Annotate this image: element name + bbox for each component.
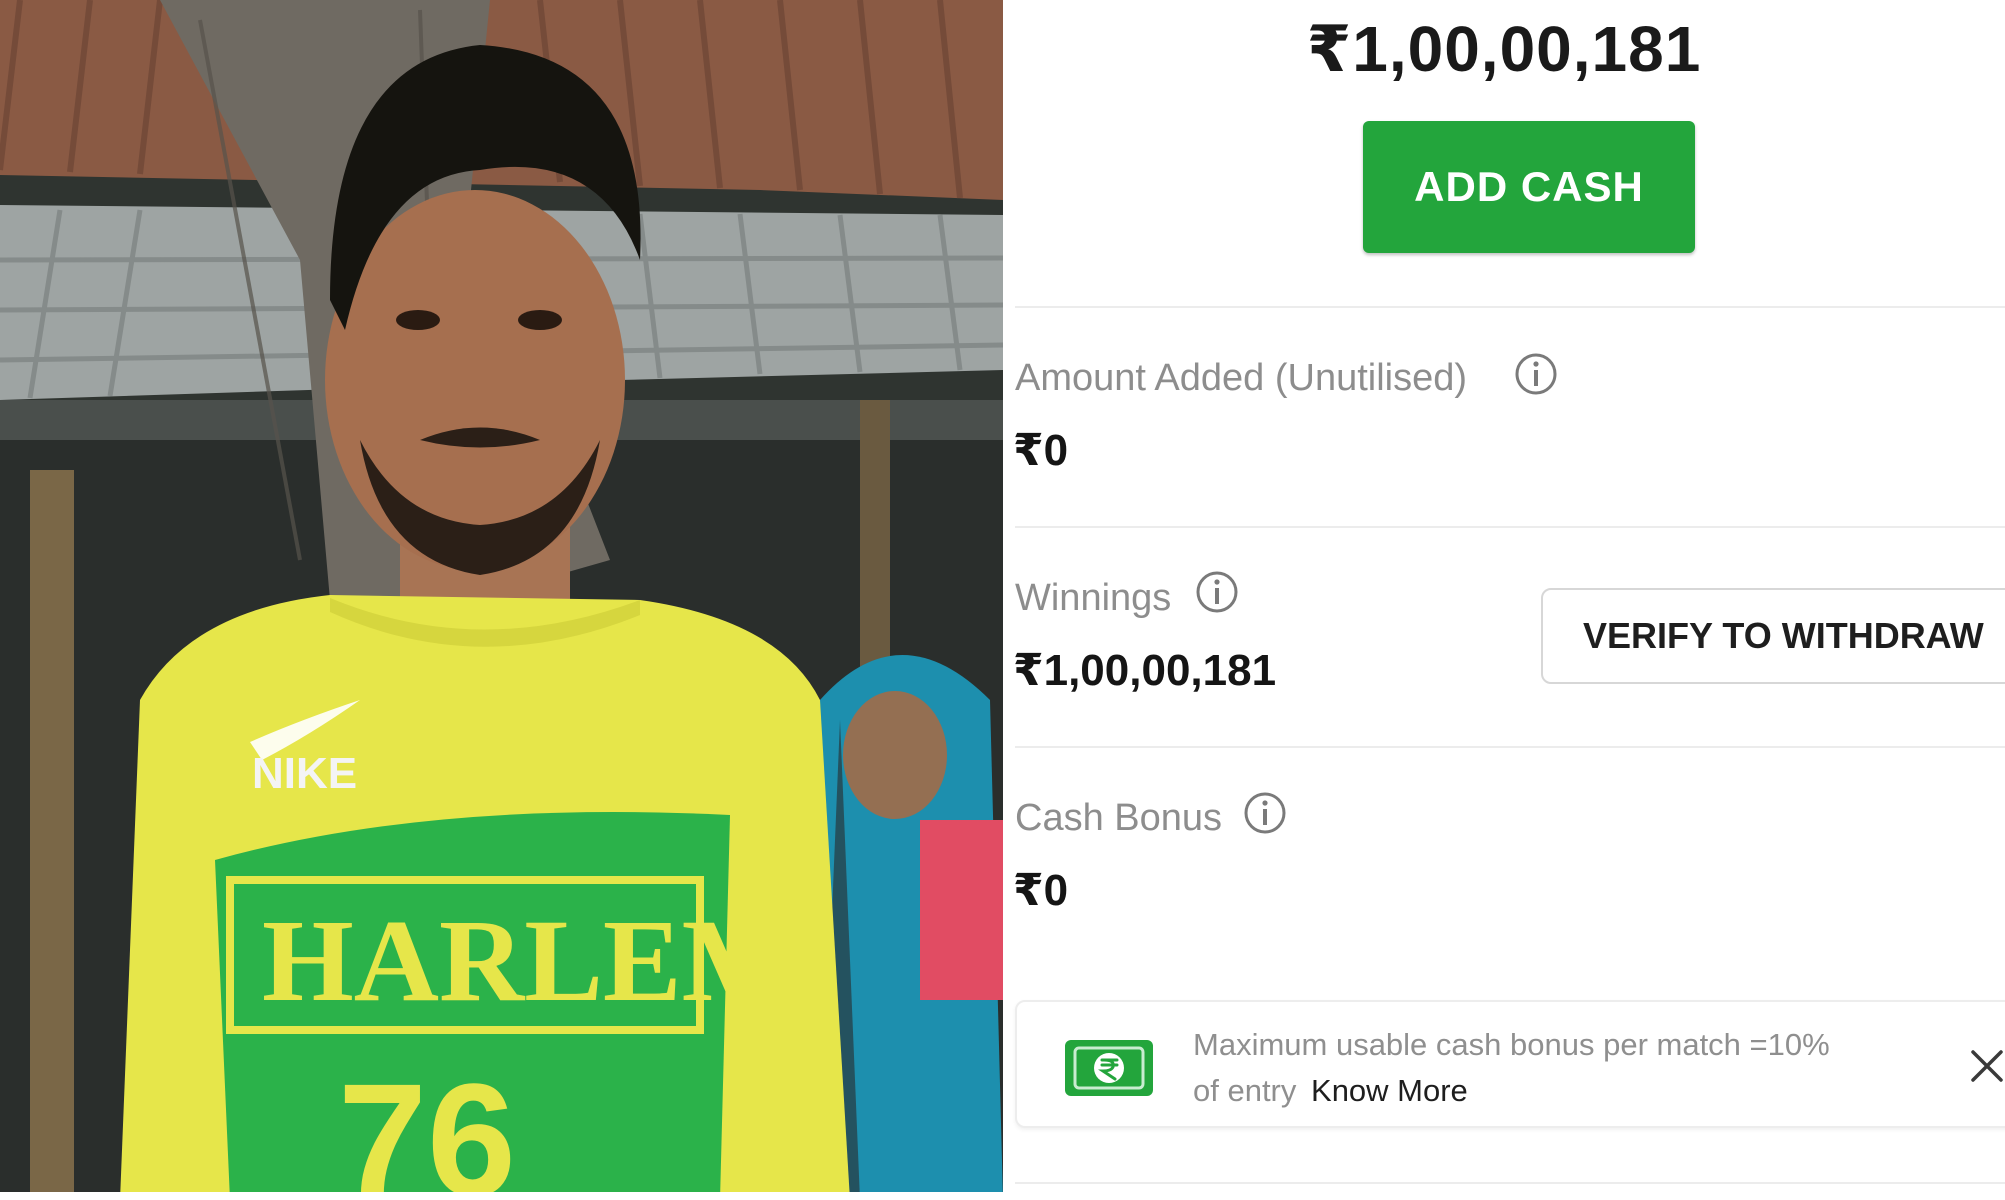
person-photo: NIKE HARLEM 76: [0, 0, 1003, 1200]
close-icon[interactable]: [1967, 1046, 2005, 1086]
divider: [1015, 746, 2005, 748]
notice-text: Maximum usable cash bonus per match =10%…: [1193, 1022, 1913, 1114]
cash-bonus-notice: Maximum usable cash bonus per match =10%…: [1015, 1000, 2005, 1128]
amount-added-value: ₹0: [1013, 426, 1069, 475]
photo-panel: NIKE HARLEM 76: [0, 0, 1003, 1200]
add-cash-button[interactable]: ADD CASH: [1363, 121, 1695, 253]
shirt-print-text: HARLEM: [262, 895, 793, 1026]
divider: [1015, 306, 2005, 308]
divider: [1015, 1182, 2005, 1184]
shirt-brand-text: NIKE: [252, 749, 357, 798]
cash-bonus-label: Cash Bonus: [1015, 797, 1223, 839]
wallet-panel: ₹1,00,00,181 ADD CASH Amount Added (Unut…: [1003, 0, 2005, 1200]
total-balance: ₹1,00,00,181: [1306, 13, 1702, 85]
winnings-label: Winnings: [1015, 577, 1172, 619]
info-icon[interactable]: [1243, 791, 1287, 835]
cash-bonus-value: ₹0: [1013, 866, 1069, 915]
know-more-link[interactable]: Know More: [1311, 1073, 1468, 1108]
rupee-note-icon: [1065, 1040, 1153, 1096]
winnings-value: ₹1,00,00,181: [1013, 646, 1277, 695]
verify-to-withdraw-button[interactable]: VERIFY TO WITHDRAW: [1541, 588, 2005, 684]
shirt-number-text: 76: [338, 1050, 516, 1200]
notice-line-2: of entry: [1193, 1073, 1297, 1108]
info-icon[interactable]: [1195, 570, 1239, 614]
divider: [1015, 526, 2005, 528]
amount-added-label: Amount Added (Unutilised): [1015, 357, 1468, 399]
info-icon[interactable]: [1514, 352, 1558, 396]
notice-line-1: Maximum usable cash bonus per match =10%: [1193, 1027, 1830, 1062]
